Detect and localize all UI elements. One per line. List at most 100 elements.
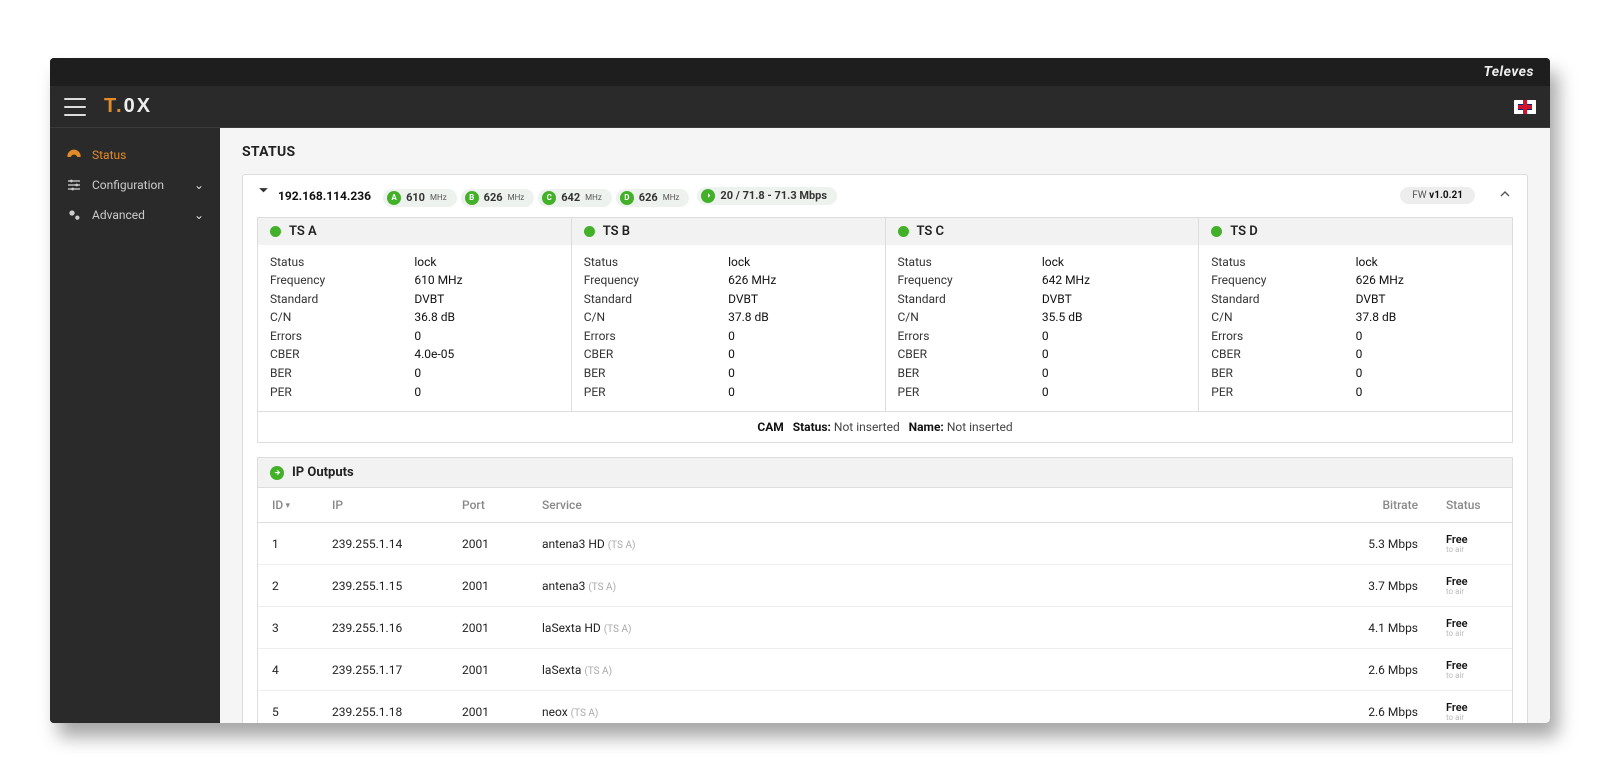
sidebar-item-advanced[interactable]: Advanced ⌄ [50,200,220,230]
logo-text-zero: 0 [124,95,137,117]
pill-letter: A [387,191,401,205]
cell-status: Freeto air [1432,565,1512,607]
cell-service: laSexta (TS A) [528,649,1342,691]
chevron-down-icon: ⌄ [194,208,204,222]
ts-keys: StatusFrequencyStandardC/NErrorsCBERBERP… [898,253,1042,402]
language-flag-button[interactable] [1514,100,1536,114]
ts-body: StatusFrequencyStandardC/NErrorsCBERBERP… [886,245,1199,412]
cell-service: antena3 HD (TS A) [528,523,1342,565]
ip-outputs-header: IP Outputs [257,457,1513,488]
cell-bitrate: 5.3 Mbps [1342,523,1432,565]
cell-status: Freeto air [1432,523,1512,565]
pill-letter: B [465,191,479,205]
table-row[interactable]: 1239.255.1.142001antena3 HD (TS A)5.3 Mb… [258,523,1512,565]
ts-column: TS D StatusFrequencyStandardC/NErrorsCBER… [1199,218,1512,412]
cam-row: CAM Status: Not inserted Name: Not inser… [257,412,1513,443]
ts-column: TS B StatusFrequencyStandardC/NErrorsCBER… [572,218,886,412]
ts-body: StatusFrequencyStandardC/NErrorsCBERBERP… [258,245,571,412]
chevron-down-icon: ⌄ [194,178,204,192]
cell-status: Freeto air [1432,691,1512,723]
ts-values: lock626 MHzDVBT37.8 dB0000 [728,253,872,402]
table-row[interactable]: 5239.255.1.182001neox (TS A)2.6 MbpsFree… [258,691,1512,723]
ts-header: TS C [886,218,1199,245]
cam-status-value: Not inserted [834,420,900,434]
cell-id: 5 [258,691,318,723]
status-dot-icon [898,226,909,237]
cell-ip: 239.255.1.15 [318,565,448,607]
ts-keys: StatusFrequencyStandardC/NErrorsCBERBERP… [584,253,728,402]
app-shell: Status Configuration ⌄ Advanced ⌄ STATUS [50,128,1550,723]
ts-header: TS D [1199,218,1512,245]
status-dot-icon [270,226,281,237]
device-card: 192.168.114.236 A610MHz B626MHz C642MHz … [242,174,1528,723]
cell-port: 2001 [448,649,528,691]
logo-text-suffix: X [137,95,152,117]
arrow-out-icon [701,189,715,203]
ts-body: StatusFrequencyStandardC/NErrorsCBERBERP… [1199,245,1512,412]
cell-port: 2001 [448,607,528,649]
ts-name: TS B [603,224,630,239]
cell-status: Freeto air [1432,607,1512,649]
col-service[interactable]: Service [528,488,1342,523]
sidebar-item-configuration[interactable]: Configuration ⌄ [50,170,220,200]
ts-column: TS A StatusFrequencyStandardC/NErrorsCBER… [258,218,572,412]
pill-unit: MHz [585,193,602,202]
cam-status-label: Status: [793,420,831,434]
cell-service: neox (TS A) [528,691,1342,723]
table-row[interactable]: 3239.255.1.162001laSexta HD (TS A)4.1 Mb… [258,607,1512,649]
top-bar: T.0X [50,86,1550,128]
col-port[interactable]: Port [448,488,528,523]
ip-outputs-table-wrap: ID ▾ IP Port Service Bitrate Status 1239… [257,488,1513,723]
freq-pill: D626MHz [616,189,690,207]
sidebar: Status Configuration ⌄ Advanced ⌄ [50,128,220,723]
service-tag: (TS A) [584,666,612,677]
sidebar-item-status[interactable]: Status [50,140,220,170]
col-id[interactable]: ID ▾ [258,488,318,523]
ts-body: StatusFrequencyStandardC/NErrorsCBERBERP… [572,245,885,412]
logo-text-prefix: T. [104,95,124,117]
sidebar-item-label: Advanced [92,208,145,222]
ip-outputs-title: IP Outputs [292,465,354,480]
service-tag: (TS A) [571,708,599,719]
ts-name: TS D [1230,224,1258,239]
cell-service: antena3 (TS A) [528,565,1342,607]
menu-toggle-button[interactable] [64,98,86,116]
ts-grid: TS A StatusFrequencyStandardC/NErrorsCBER… [257,217,1513,413]
cell-port: 2001 [448,691,528,723]
ts-keys: StatusFrequencyStandardC/NErrorsCBERBERP… [270,253,414,402]
freq-pill: C642MHz [538,189,612,207]
cell-port: 2001 [448,565,528,607]
pill-unit: MHz [508,193,525,202]
app-logo: T.0X [104,95,152,118]
antenna-icon [257,187,270,204]
col-ip[interactable]: IP [318,488,448,523]
col-bitrate[interactable]: Bitrate [1342,488,1432,523]
cam-name-value: Not inserted [947,420,1013,434]
cell-ip: 239.255.1.16 [318,607,448,649]
service-tag: (TS A) [608,540,636,551]
sliders-icon [66,177,82,193]
rate-value: 20 / 71.8 - 71.3 Mbps [720,189,827,202]
pill-value: 626 [484,191,503,204]
cell-status: Freeto air [1432,649,1512,691]
freq-pill: B 626 MHz [461,189,535,207]
gears-icon [66,207,82,223]
cell-ip: 239.255.1.18 [318,691,448,723]
table-row[interactable]: 2239.255.1.152001antena3 (TS A)3.7 MbpsF… [258,565,1512,607]
col-status[interactable]: Status [1432,488,1512,523]
service-tag: (TS A) [588,582,616,593]
collapse-toggle-button[interactable] [1497,186,1513,206]
ts-values: lock626 MHzDVBT37.8 dB0000 [1356,253,1500,402]
status-dot-icon [1211,226,1222,237]
cell-id: 3 [258,607,318,649]
sort-asc-icon: ▾ [283,501,290,511]
device-summary-row: 192.168.114.236 A610MHz B626MHz C642MHz … [243,175,1527,217]
fw-value: v1.0.21 [1429,190,1463,201]
pill-value: 610 [406,191,425,204]
ts-name: TS A [289,224,317,239]
fw-label: FW [1412,190,1426,201]
sidebar-item-label: Status [92,148,126,162]
service-tag: (TS A) [604,624,632,635]
table-row[interactable]: 4239.255.1.172001laSexta (TS A)2.6 MbpsF… [258,649,1512,691]
cell-ip: 239.255.1.14 [318,523,448,565]
